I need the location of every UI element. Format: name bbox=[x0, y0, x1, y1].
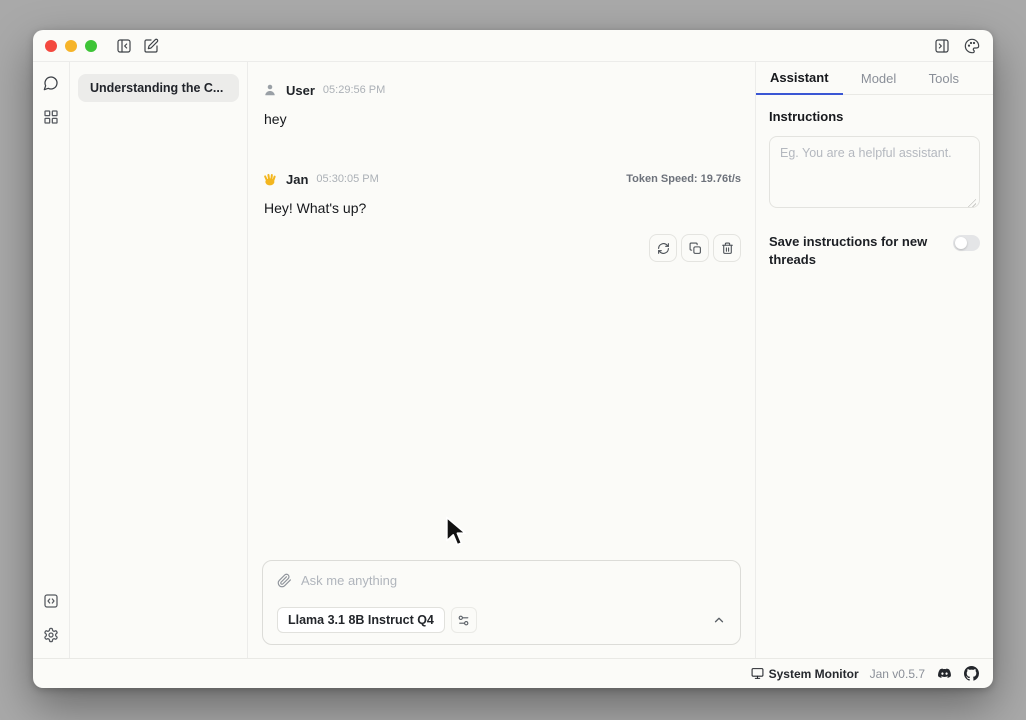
message-header-user: User 05:29:56 PM bbox=[262, 82, 741, 98]
message-header-assistant: Jan 05:30:05 PM Token Speed: 19.76t/s bbox=[262, 171, 741, 187]
jan-wave-icon bbox=[262, 171, 278, 187]
message-actions bbox=[262, 234, 741, 262]
right-panel-tabs: Assistant Model Tools bbox=[756, 62, 993, 95]
chat-input[interactable] bbox=[301, 573, 726, 588]
delete-button[interactable] bbox=[713, 234, 741, 262]
new-thread-button[interactable] bbox=[142, 37, 160, 55]
jan-app-window: Understanding the C... User 05:29:56 PM … bbox=[33, 30, 993, 688]
tab-assistant[interactable]: Assistant bbox=[756, 62, 843, 95]
panel-right-icon bbox=[934, 38, 950, 54]
thread-title: Understanding the C... bbox=[90, 81, 223, 95]
collapse-input-button[interactable] bbox=[712, 613, 726, 627]
tab-tools[interactable]: Tools bbox=[915, 62, 973, 94]
threads-icon bbox=[43, 75, 59, 91]
system-monitor-label: System Monitor bbox=[769, 667, 859, 681]
message-text: Hey! What's up? bbox=[264, 200, 741, 216]
trash-icon bbox=[721, 242, 734, 255]
chat-input-box: Llama 3.1 8B Instruct Q4 bbox=[262, 560, 741, 645]
attachment-icon[interactable] bbox=[277, 573, 292, 588]
message-author: User bbox=[286, 83, 315, 98]
close-button[interactable] bbox=[45, 40, 57, 52]
message-timestamp: 05:30:05 PM bbox=[316, 173, 378, 185]
model-selector[interactable]: Llama 3.1 8B Instruct Q4 bbox=[277, 607, 445, 633]
theme-button[interactable] bbox=[963, 37, 981, 55]
person-icon bbox=[263, 83, 277, 97]
thread-list-item[interactable]: Understanding the C... bbox=[78, 74, 239, 102]
save-instructions-label: Save instructions for new threads bbox=[769, 233, 939, 269]
minimize-button[interactable] bbox=[65, 40, 77, 52]
regenerate-button[interactable] bbox=[649, 234, 677, 262]
statusbar: System Monitor Jan v0.5.7 bbox=[33, 658, 993, 688]
sidebar-rail bbox=[33, 62, 70, 658]
toggle-right-panel-button[interactable] bbox=[933, 37, 951, 55]
hub-grid-icon bbox=[43, 109, 59, 125]
panel-left-icon bbox=[116, 38, 132, 54]
token-speed: Token Speed: 19.76t/s bbox=[626, 173, 741, 185]
user-avatar bbox=[262, 82, 278, 98]
discord-link[interactable] bbox=[936, 666, 952, 682]
toggle-left-panel-button[interactable] bbox=[115, 37, 133, 55]
sidebar-item-local-api-server[interactable] bbox=[42, 592, 60, 610]
monitor-icon bbox=[751, 667, 764, 680]
right-panel: Assistant Model Tools Instructions Save … bbox=[756, 62, 993, 658]
thread-list: Understanding the C... bbox=[70, 62, 248, 658]
regenerate-icon bbox=[657, 242, 670, 255]
github-icon bbox=[964, 666, 979, 681]
discord-icon bbox=[937, 666, 952, 681]
zoom-button[interactable] bbox=[85, 40, 97, 52]
sidebar-item-threads[interactable] bbox=[42, 74, 60, 92]
save-instructions-toggle[interactable] bbox=[953, 235, 980, 251]
message-text: hey bbox=[264, 111, 741, 127]
local-api-server-icon bbox=[43, 593, 59, 609]
model-name: Llama 3.1 8B Instruct Q4 bbox=[288, 613, 434, 627]
settings-gear-icon bbox=[43, 627, 59, 643]
instructions-input[interactable] bbox=[769, 136, 980, 208]
message-author: Jan bbox=[286, 172, 308, 187]
chat-panel: User 05:29:56 PM hey Jan 05:30:05 PM Tok… bbox=[248, 62, 756, 658]
titlebar bbox=[33, 30, 993, 62]
model-settings-button[interactable] bbox=[451, 607, 477, 633]
app-version: Jan v0.5.7 bbox=[870, 667, 925, 681]
system-monitor-button[interactable]: System Monitor bbox=[751, 667, 859, 681]
copy-button[interactable] bbox=[681, 234, 709, 262]
sidebar-item-hub[interactable] bbox=[42, 108, 60, 126]
tab-model[interactable]: Model bbox=[847, 62, 910, 94]
copy-icon bbox=[689, 242, 702, 255]
message-timestamp: 05:29:56 PM bbox=[323, 84, 385, 96]
compose-icon bbox=[143, 38, 159, 54]
github-link[interactable] bbox=[963, 666, 979, 682]
message-list: User 05:29:56 PM hey Jan 05:30:05 PM Tok… bbox=[248, 62, 755, 560]
chevron-up-icon bbox=[712, 613, 726, 627]
sidebar-item-settings[interactable] bbox=[42, 626, 60, 644]
theme-palette-icon bbox=[964, 38, 980, 54]
sliders-icon bbox=[457, 614, 470, 627]
traffic-lights bbox=[45, 40, 97, 52]
instructions-label: Instructions bbox=[769, 109, 980, 124]
